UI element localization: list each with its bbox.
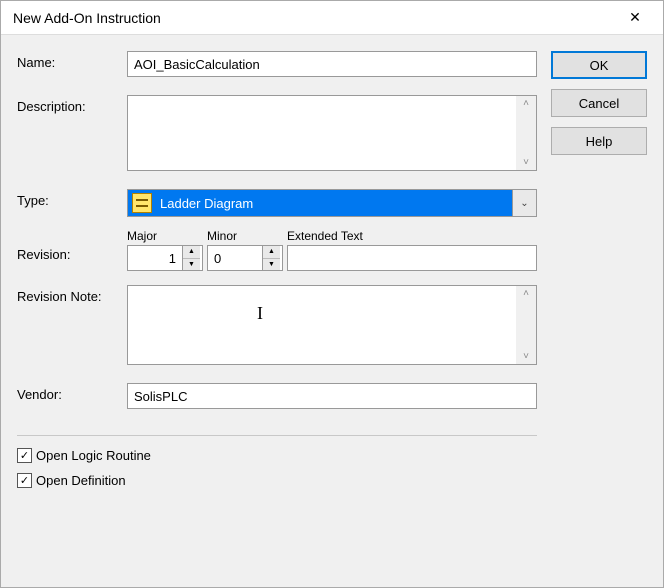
content-area: Name: Description: ˄ ˅ (1, 35, 663, 587)
major-label: Major (127, 229, 207, 243)
open-definition-label: Open Definition (36, 473, 126, 488)
revision-note-scrollbar[interactable]: ˄ ˅ (516, 286, 536, 364)
vendor-label: Vendor: (17, 383, 127, 402)
major-input[interactable] (128, 246, 182, 270)
name-label: Name: (17, 51, 127, 70)
vendor-row: Vendor: (17, 383, 537, 409)
open-logic-checkbox[interactable]: ✓ Open Logic Routine (17, 448, 537, 463)
window-title: New Add-On Instruction (13, 10, 161, 26)
major-spinner[interactable]: ▲ ▼ (127, 245, 203, 271)
checkbox-icon: ✓ (17, 448, 32, 463)
minor-spinner[interactable]: ▲ ▼ (207, 245, 283, 271)
minor-down-icon[interactable]: ▼ (263, 259, 280, 271)
revision-note-field-wrap: ˄ ˅ (127, 285, 537, 365)
type-dropdown[interactable]: Ladder Diagram ⌄ (127, 189, 537, 217)
major-down-icon[interactable]: ▼ (183, 259, 200, 271)
description-row: Description: ˄ ˅ (17, 95, 537, 171)
extended-text-label: Extended Text (287, 229, 537, 243)
extended-text-input[interactable] (287, 245, 537, 271)
revision-row: Revision: Major Minor Extended Text ▲ ▼ (17, 229, 537, 271)
type-label: Type: (17, 189, 127, 208)
button-column: OK Cancel Help (551, 51, 647, 575)
description-label: Description: (17, 95, 127, 114)
description-textarea[interactable] (128, 96, 516, 170)
major-spin-buttons[interactable]: ▲ ▼ (182, 246, 200, 270)
checkbox-group: ✓ Open Logic Routine ✓ Open Definition (17, 448, 537, 488)
minor-input[interactable] (208, 246, 262, 270)
minor-spin-buttons[interactable]: ▲ ▼ (262, 246, 280, 270)
type-selected-text: Ladder Diagram (158, 196, 512, 211)
form-area: Name: Description: ˄ ˅ (17, 51, 537, 575)
scroll-down-icon: ˅ (523, 157, 529, 168)
revision-label: Revision: (17, 229, 127, 262)
close-button[interactable]: ✕ (615, 4, 655, 32)
vendor-input[interactable] (127, 383, 537, 409)
ladder-diagram-icon (132, 193, 152, 213)
cancel-button[interactable]: Cancel (551, 89, 647, 117)
ok-button[interactable]: OK (551, 51, 647, 79)
scroll-down-icon: ˅ (523, 351, 529, 362)
minor-up-icon[interactable]: ▲ (263, 246, 280, 259)
scroll-up-icon: ˄ (523, 288, 529, 299)
close-icon: ✕ (629, 9, 641, 26)
chevron-down-icon: ⌄ (512, 190, 536, 216)
checkbox-icon: ✓ (17, 473, 32, 488)
divider (17, 435, 537, 436)
description-field-wrap: ˄ ˅ (127, 95, 537, 171)
description-scrollbar[interactable]: ˄ ˅ (516, 96, 536, 170)
revision-fields: ▲ ▼ ▲ ▼ (127, 245, 537, 271)
revision-sublabels: Major Minor Extended Text (127, 229, 537, 243)
open-logic-label: Open Logic Routine (36, 448, 151, 463)
name-input[interactable] (127, 51, 537, 77)
revision-note-row: Revision Note: ˄ ˅ I (17, 285, 537, 365)
open-definition-checkbox[interactable]: ✓ Open Definition (17, 473, 537, 488)
titlebar: New Add-On Instruction ✕ (1, 1, 663, 35)
revision-note-textarea[interactable] (128, 286, 516, 364)
help-button[interactable]: Help (551, 127, 647, 155)
dialog-window: New Add-On Instruction ✕ Name: Descripti… (0, 0, 664, 588)
scroll-up-icon: ˄ (523, 98, 529, 109)
type-row: Type: Ladder Diagram ⌄ (17, 189, 537, 217)
revision-note-label: Revision Note: (17, 285, 127, 304)
name-row: Name: (17, 51, 537, 77)
minor-label: Minor (207, 229, 287, 243)
major-up-icon[interactable]: ▲ (183, 246, 200, 259)
